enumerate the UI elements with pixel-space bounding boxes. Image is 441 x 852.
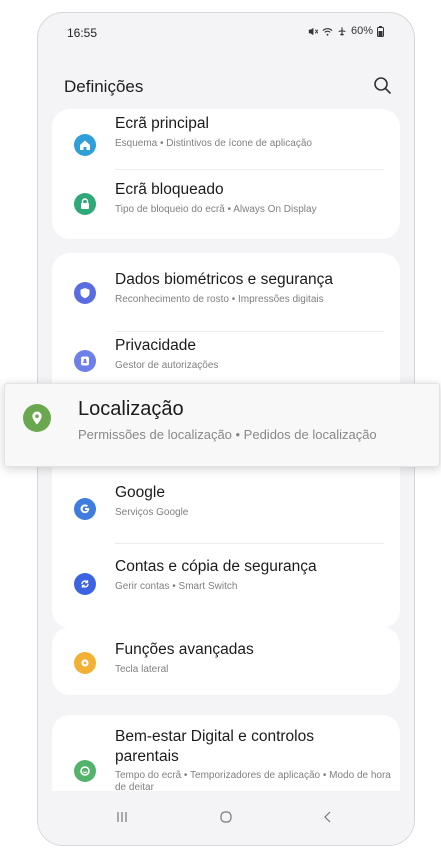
- setting-lock-screen[interactable]: Ecrã bloqueado Tipo de bloqueio do ecrã …: [52, 169, 400, 239]
- setting-accounts[interactable]: Contas e cópia de segurança Gerir contas…: [52, 543, 400, 628]
- back-icon: [324, 811, 331, 823]
- setting-title: Google: [115, 484, 165, 501]
- search-icon: [374, 77, 392, 95]
- home-button-icon: [220, 811, 232, 823]
- setting-subtitle: Tecla lateral: [115, 664, 169, 675]
- home-icon: [74, 134, 96, 156]
- setting-title: Contas e cópia de segurança: [115, 558, 317, 575]
- setting-title: Privacidade: [115, 337, 196, 354]
- search-button[interactable]: [370, 73, 396, 99]
- setting-privacy[interactable]: Privacidade Gestor de autorizações: [52, 331, 400, 389]
- gear-icon: [74, 652, 96, 674]
- battery-level: 60%: [350, 25, 373, 37]
- page-title: Definições: [64, 77, 144, 96]
- setting-advanced[interactable]: Funções avançadas Tecla lateral: [52, 627, 400, 695]
- setting-title: Localização: [78, 398, 184, 420]
- setting-title: Dados biométricos e segurança: [115, 271, 333, 288]
- setting-subtitle: Reconhecimento de rosto • Impressões dig…: [115, 294, 324, 305]
- shield-icon: [74, 282, 96, 304]
- sync-icon: [74, 573, 96, 595]
- airplane-icon: [338, 26, 346, 36]
- setting-title: Bem-estar Digital e controlos parentais: [115, 728, 314, 765]
- status-icons: 60%: [307, 25, 384, 37]
- setting-title: Funções avançadas: [115, 641, 254, 658]
- setting-subtitle: Permissões de localização • Pedidos de l…: [78, 427, 377, 442]
- recents-button[interactable]: [108, 805, 136, 829]
- setting-subtitle: Gestor de autorizações: [115, 360, 219, 371]
- setting-google[interactable]: Google Serviços Google: [52, 473, 400, 543]
- setting-biometrics[interactable]: Dados biométricos e segurança Reconhecim…: [52, 253, 400, 331]
- battery-icon: [377, 25, 384, 37]
- setting-location[interactable]: Localização Permissões de localização • …: [4, 383, 440, 467]
- setting-subtitle: Gerir contas • Smart Switch: [115, 581, 238, 592]
- privacy-icon: [74, 350, 96, 372]
- navigation-bar: [38, 791, 414, 845]
- wellbeing-icon: [74, 760, 96, 782]
- settings-card-advanced: Funções avançadas Tecla lateral: [52, 627, 400, 695]
- setting-subtitle: Esquema • Distintivos de ícone de aplica…: [115, 138, 312, 149]
- home-nav-button[interactable]: [212, 805, 240, 829]
- lock-icon: [74, 193, 96, 215]
- recents-icon: [117, 812, 127, 822]
- back-button[interactable]: [314, 805, 342, 829]
- setting-home-screen[interactable]: Ecrã principal Esquema • Distintivos de …: [52, 109, 400, 169]
- setting-title: Ecrã bloqueado: [115, 181, 224, 198]
- status-bar: 16:55 60%: [38, 13, 414, 53]
- setting-subtitle: Serviços Google: [115, 507, 189, 518]
- status-time: 16:55: [67, 26, 98, 40]
- google-icon: [74, 498, 96, 520]
- mute-icon: [308, 27, 318, 35]
- wifi-icon: [322, 27, 333, 36]
- settings-card-display: Ecrã principal Esquema • Distintivos de …: [52, 109, 400, 239]
- setting-subtitle: Tipo de bloqueio do ecrã • Always On Dis…: [115, 204, 317, 215]
- setting-title: Ecrã principal: [115, 115, 209, 132]
- location-pin-icon: [23, 404, 51, 432]
